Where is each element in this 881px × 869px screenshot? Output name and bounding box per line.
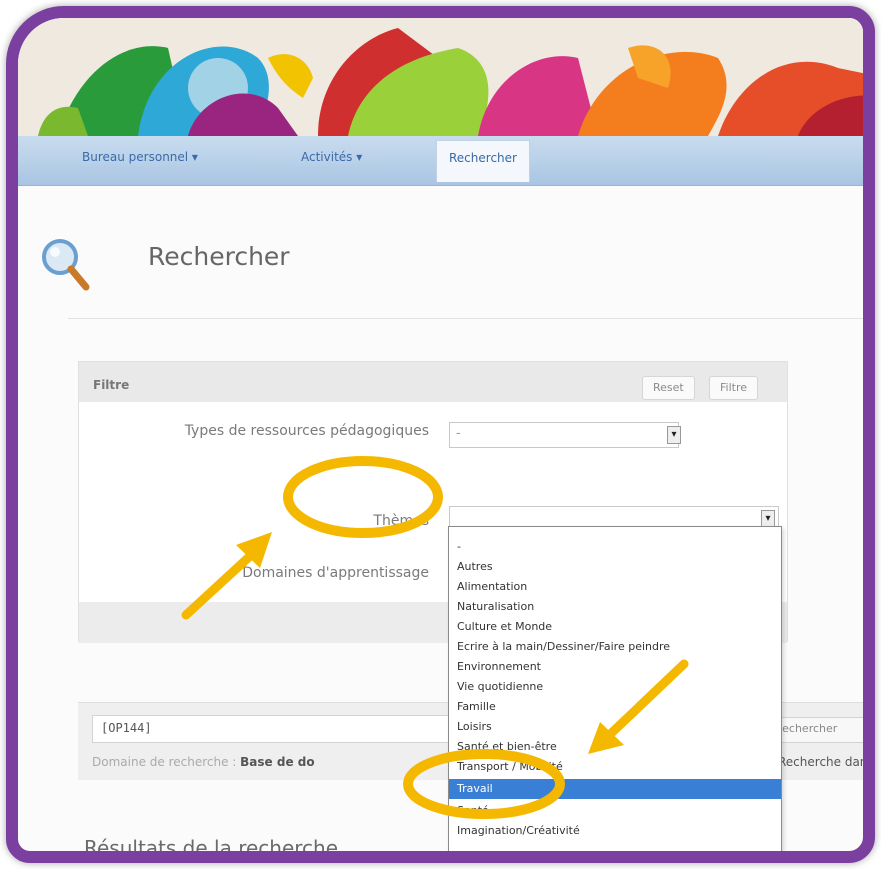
themes-label: Thèmes [373,513,429,529]
search-button[interactable]: Rechercher [766,717,863,743]
themes-dropdown-list[interactable]: - Autres Alimentation Naturalisation Cul… [448,526,782,851]
filter-heading: Filtre [93,378,130,392]
dropdown-option-selected[interactable]: Travail [449,779,781,799]
nav-bureau-personnel[interactable]: Bureau personnel ▾ [82,150,198,164]
apply-filter-button[interactable]: Filtre [709,376,759,400]
reset-button[interactable]: Reset [642,376,695,400]
header-banner [18,18,863,136]
dropdown-option[interactable]: Naturalisation [457,597,534,617]
nav-rechercher[interactable]: Rechercher [436,140,530,182]
dropdown-option[interactable]: Santé et bien-être [457,737,557,757]
dropdown-option[interactable]: Alimentation [457,577,527,597]
dropdown-option[interactable]: Culture et Monde [457,617,552,637]
resource-types-label: Types de ressources pédagogiques [184,423,429,439]
dropdown-option[interactable]: Imagination/Créativité [457,821,580,841]
filter-header: Filtre Reset Filtre [79,362,787,402]
search-domain-row: Domaine de recherche : Base de do [92,755,315,769]
dropdown-option[interactable]: Autres [457,557,493,577]
dropdown-option[interactable]: Famille [457,697,496,717]
dropdown-option[interactable]: Vie quotidienne [457,677,543,697]
dropdown-option[interactable]: Environnement [457,657,541,677]
search-scope-label: Recherche dans [778,755,874,769]
nav-activites[interactable]: Activités ▾ [301,150,362,164]
dropdown-option[interactable]: Santé [457,801,489,821]
screenshot-frame: Bureau personnel ▾ Activités ▾ Recherche… [6,6,875,863]
domains-label: Domaines d'apprentissage [242,565,429,581]
dropdown-option[interactable]: Loisirs [457,717,492,737]
chevron-down-icon[interactable]: ▾ [667,426,681,444]
search-domain-label: Domaine de recherche : [92,755,237,769]
dropdown-option[interactable]: Ecrire à la main/Dessiner/Faire peindre [457,637,670,657]
title-divider [68,318,863,319]
dropdown-option[interactable]: - [457,537,461,557]
dropdown-option[interactable]: Transport / Mobilité [457,757,563,777]
decorative-banner-art [18,18,863,136]
resource-types-select[interactable]: - [449,422,679,448]
page-title: Rechercher [148,242,290,271]
search-domain-value[interactable]: Base de do [240,755,314,769]
main-navbar: Bureau personnel ▾ Activités ▾ Recherche… [18,136,863,186]
magnifier-icon [42,239,90,291]
results-title: Résultats de la recherche [84,836,339,860]
